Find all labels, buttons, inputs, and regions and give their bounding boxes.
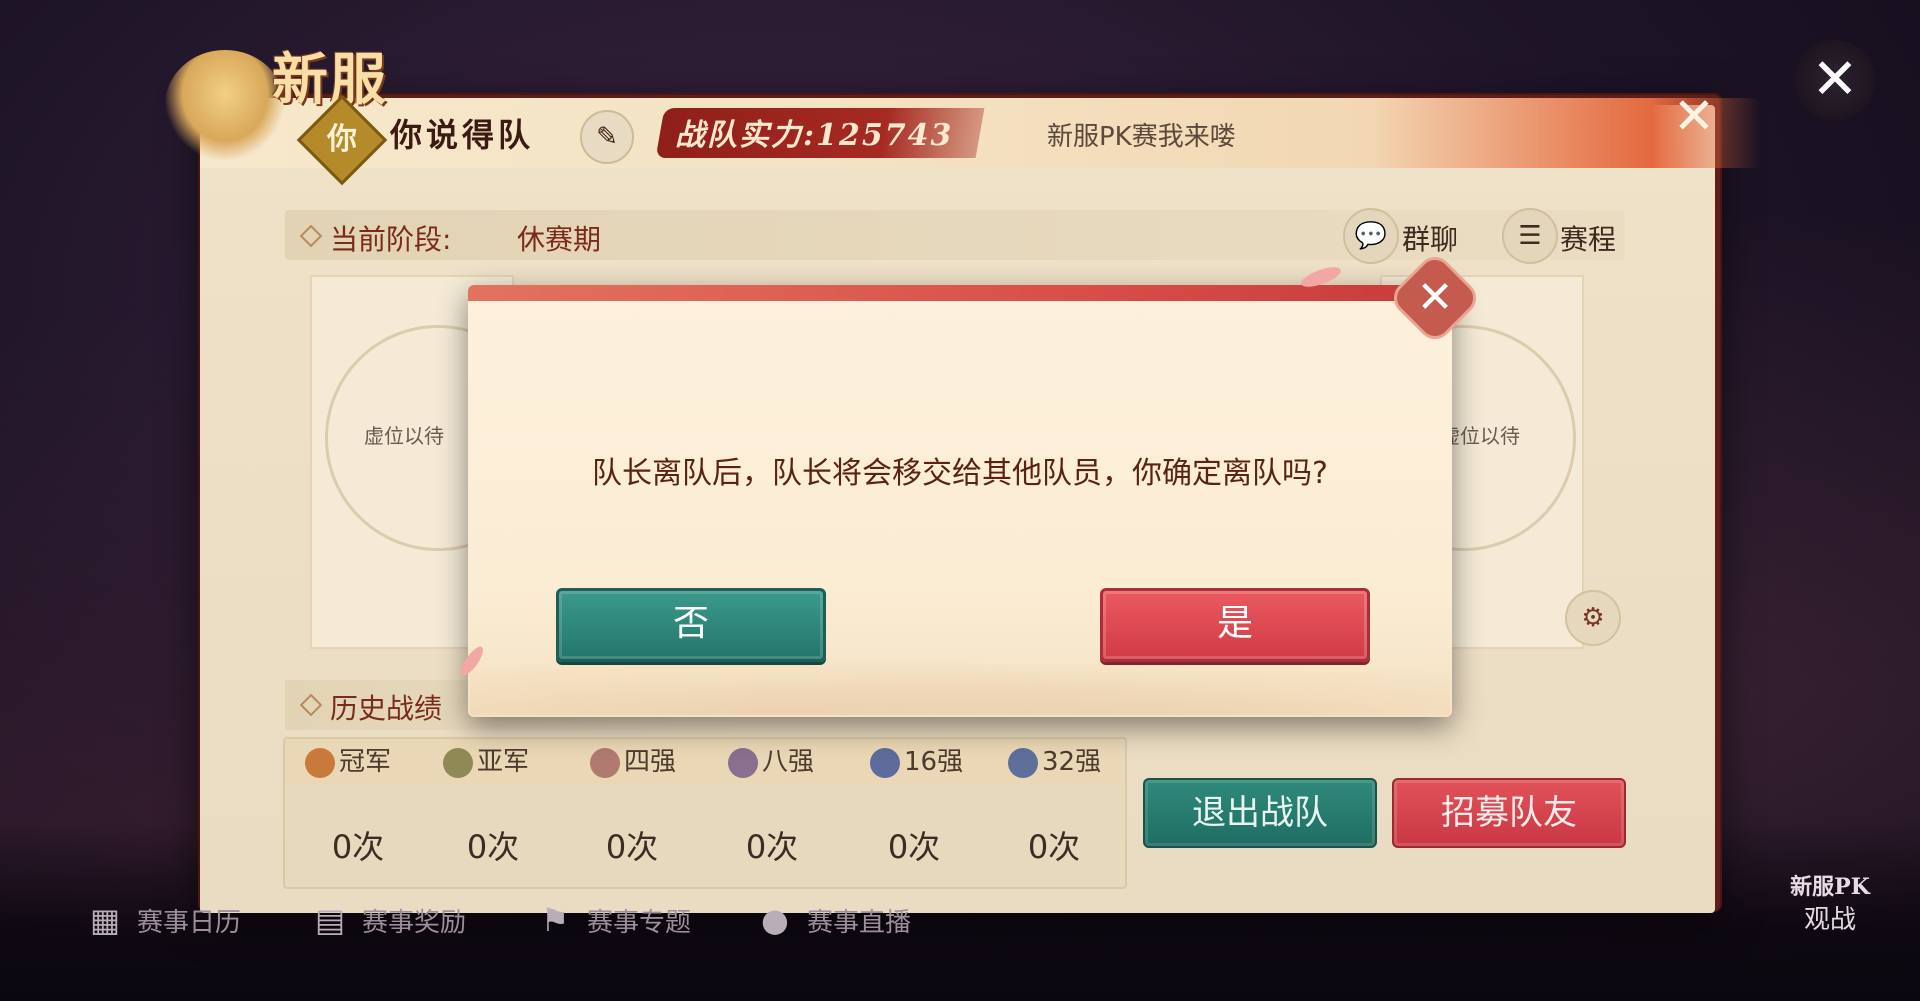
- dialog-close-icon[interactable]: ✕: [1404, 267, 1466, 329]
- dialog-top-strip: [468, 285, 1452, 301]
- yes-button[interactable]: 是: [1100, 588, 1370, 662]
- no-button[interactable]: 否: [556, 588, 826, 662]
- dialog-message: 队长离队后，队长将会移交给其他队员，你确定离队吗?: [592, 456, 1328, 491]
